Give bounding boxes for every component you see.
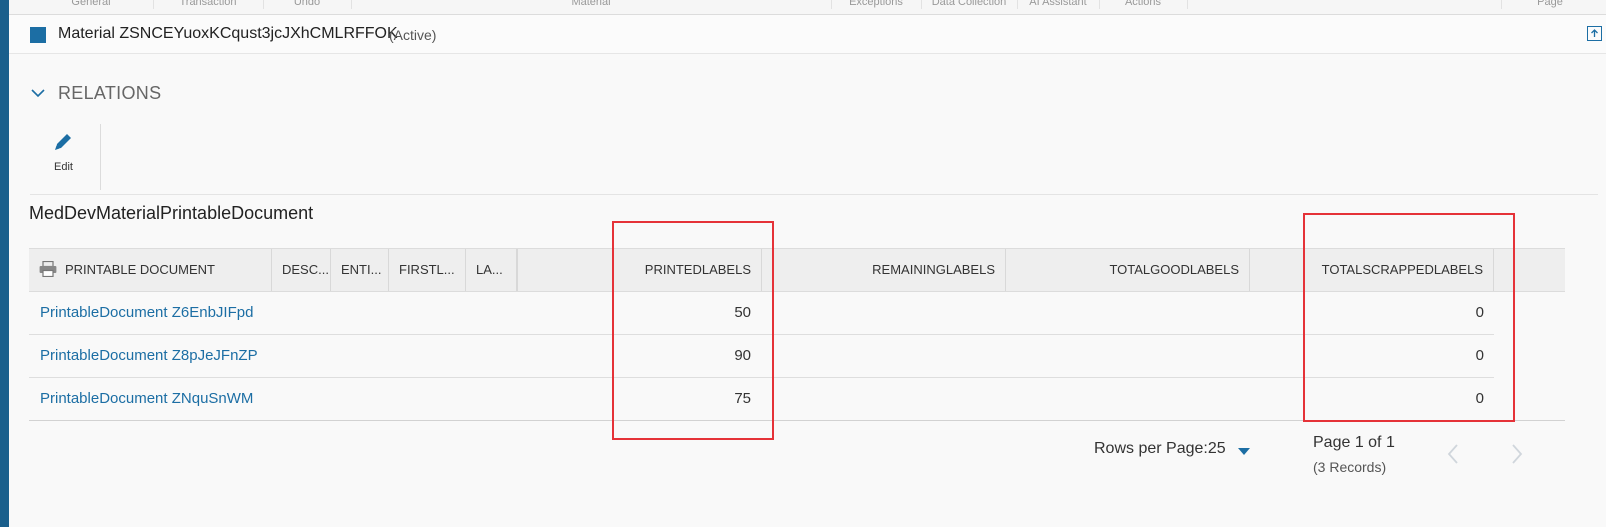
divider — [30, 194, 1598, 195]
total-good-labels-cell — [1006, 335, 1240, 377]
column-header-desc[interactable]: DESC... — [272, 249, 331, 291]
total-good-labels-cell — [1006, 292, 1240, 334]
document-link[interactable]: PrintableDocument ZNquSnWM — [29, 378, 272, 420]
column-header-printable-document[interactable]: PRINTABLE DOCUMENT — [29, 249, 272, 291]
edit-button[interactable]: Edit — [30, 124, 97, 184]
page-info: Page 1 of 1 — [1313, 434, 1395, 451]
relations-grid: PRINTABLE DOCUMENT DESC... ENTI... FIRST… — [29, 248, 1565, 421]
material-status: (Active) — [389, 27, 437, 43]
column-label: PRINTABLE DOCUMENT — [65, 262, 215, 277]
expand-icon[interactable] — [1587, 26, 1602, 41]
material-icon — [30, 27, 46, 43]
column-header-firstl[interactable]: FIRSTL... — [389, 249, 466, 291]
pencil-icon — [55, 134, 71, 150]
ribbon-tab-page[interactable]: Page — [1501, 0, 1598, 9]
table-header: PRINTABLE DOCUMENT DESC... ENTI... FIRST… — [29, 248, 1565, 292]
table-row: PrintableDocument Z8pJeJFnZP 90 0 — [29, 335, 1494, 378]
column-header-printedlabels[interactable]: PRINTEDLABELS — [517, 249, 762, 291]
section-title: RELATIONS — [58, 83, 162, 103]
ribbon-tab-undo[interactable]: Undo — [263, 0, 352, 9]
table-row: PrintableDocument ZNquSnWM 75 0 — [29, 378, 1565, 421]
document-link[interactable]: PrintableDocument Z6EnbJIFpd — [29, 292, 272, 334]
chevron-down-icon[interactable] — [30, 85, 46, 101]
printed-labels-cell: 90 — [734, 347, 751, 364]
records-count: (3 Records) — [1313, 459, 1387, 475]
remaining-labels-cell — [762, 292, 996, 334]
material-title: Material ZSNCEYuoxKCqust3jcJXhCMLRFFOK — [58, 25, 398, 42]
document-link[interactable]: PrintableDocument Z8pJeJFnZP — [29, 335, 272, 377]
column-header-entity[interactable]: ENTI... — [331, 249, 389, 291]
total-good-labels-cell — [1006, 378, 1240, 420]
chevron-right-icon[interactable] — [1510, 443, 1524, 465]
column-header-la[interactable]: LA... — [466, 249, 517, 291]
chevron-left-icon[interactable] — [1446, 443, 1460, 465]
rows-per-page-select[interactable]: Rows per Page:25 — [1094, 440, 1226, 458]
ribbon-tab-material[interactable]: Material — [351, 0, 832, 9]
total-scrapped-labels-cell: 0 — [1475, 304, 1484, 321]
ribbon-tab-actions[interactable]: Actions — [1099, 0, 1188, 9]
ribbon-tabs: General Transaction Undo Material Except… — [9, 0, 1606, 15]
total-scrapped-labels-cell: 0 — [1475, 347, 1484, 364]
edit-label: Edit — [54, 161, 73, 173]
column-header-totalscrappedlabels[interactable]: TOTALSCRAPPEDLABELS — [1250, 249, 1494, 291]
printed-labels-cell: 50 — [734, 304, 751, 321]
relations-toolbar: Edit — [30, 124, 101, 190]
caret-down-icon[interactable] — [1237, 447, 1251, 457]
total-scrapped-labels-cell: 0 — [1475, 390, 1484, 407]
ribbon-tab-data-collection[interactable]: Data Collection — [921, 0, 1018, 9]
left-rail — [0, 0, 9, 527]
remaining-labels-cell — [762, 335, 996, 377]
printed-labels-cell: 75 — [734, 390, 751, 407]
ribbon-tab-transaction[interactable]: Transaction — [153, 0, 264, 9]
material-header: Material ZSNCEYuoxKCqust3jcJXhCMLRFFOK (… — [9, 15, 1606, 54]
remaining-labels-cell — [762, 378, 996, 420]
table-row: PrintableDocument Z6EnbJIFpd 50 0 — [29, 292, 1494, 335]
ribbon-tab-general[interactable]: General — [29, 0, 154, 9]
printer-icon — [39, 261, 57, 277]
ribbon-tab-ai-assistant[interactable]: AI Assistant — [1017, 0, 1100, 9]
column-header-remaininglabels[interactable]: REMAININGLABELS — [762, 249, 1006, 291]
column-header-totalgoodlabels[interactable]: TOTALGOODLABELS — [1006, 249, 1250, 291]
table-title: MedDevMaterialPrintableDocument — [29, 203, 314, 223]
ribbon-tab-exceptions[interactable]: Exceptions — [831, 0, 922, 9]
